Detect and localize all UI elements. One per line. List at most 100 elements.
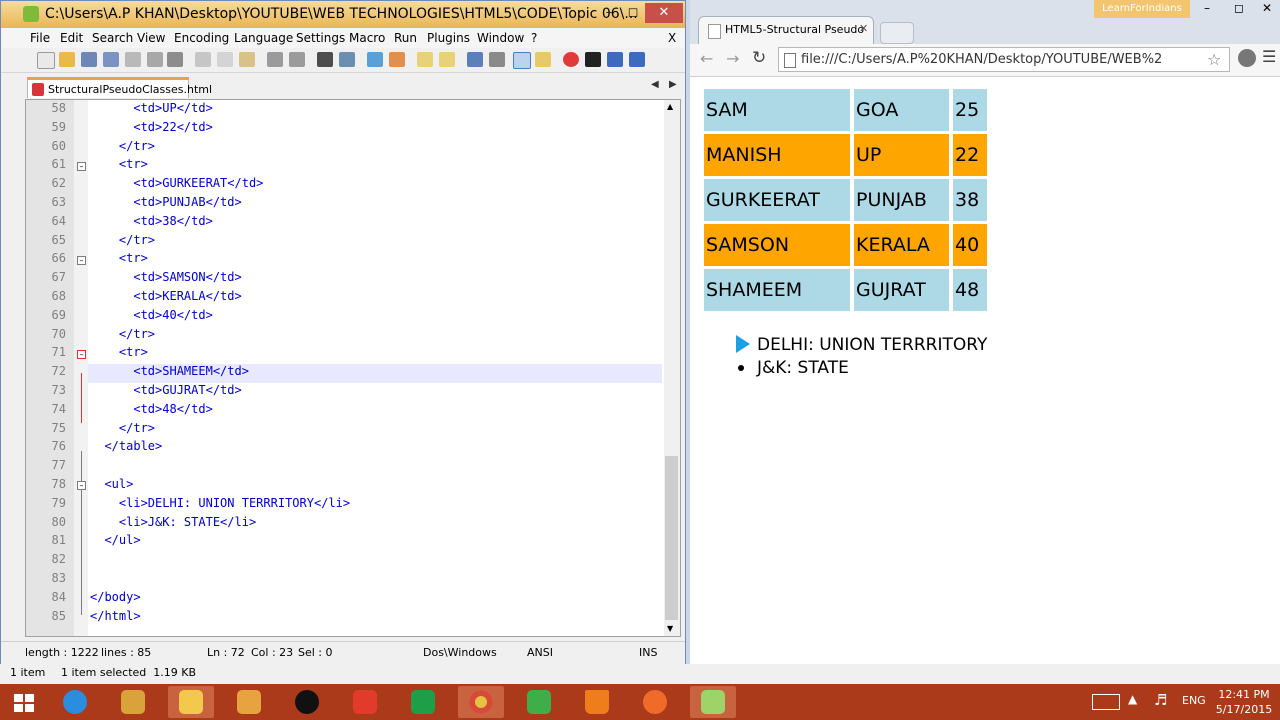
close-file-icon[interactable] (125, 52, 141, 67)
table-cell-state: PUNJAB (854, 179, 949, 221)
cut-icon[interactable] (195, 52, 211, 67)
replace-icon[interactable] (339, 52, 355, 67)
copy-icon[interactable] (217, 52, 233, 67)
list-item-delhi: DELHI: UNION TERRRITORY (757, 335, 988, 355)
record-macro-icon[interactable] (563, 52, 579, 67)
fold-toggle-icon[interactable]: – (77, 256, 86, 265)
show-all-chars-icon[interactable] (489, 52, 505, 67)
menu-macro[interactable]: Macro (349, 31, 385, 45)
line-number: 79 (51, 495, 66, 510)
redo-icon[interactable] (289, 52, 305, 67)
line-number: 63 (51, 195, 66, 209)
open-file-icon[interactable] (59, 52, 75, 67)
menu-run[interactable]: Run (394, 31, 417, 45)
taskbar-app[interactable] (516, 686, 562, 718)
word-wrap-icon[interactable] (467, 52, 483, 67)
menu-view[interactable]: View (137, 31, 165, 45)
menu-plugins[interactable]: Plugins (427, 31, 470, 45)
find-icon[interactable] (317, 52, 333, 67)
scroll-up-icon[interactable]: ▲ (667, 102, 673, 111)
chrome-minimize-button[interactable]: – (1204, 1, 1210, 15)
undo-icon[interactable] (267, 52, 283, 67)
taskbar-app[interactable] (110, 686, 156, 718)
tab-structural-pseudo-classes[interactable]: StructuralPseudoClasses.html (27, 77, 212, 98)
forward-icon[interactable]: → (726, 49, 739, 68)
address-bar[interactable]: file:///C:/Users/A.P%20KHAN/Desktop/YOUT… (778, 47, 1230, 72)
new-file-icon[interactable] (37, 52, 55, 69)
play-macro-icon[interactable] (607, 52, 623, 67)
windows-taskbar: ▲ ♬ ENG 12:41 PM 5/17/2015 (0, 684, 1280, 720)
volume-icon[interactable]: ♬ (1154, 691, 1167, 709)
close-document-button[interactable]: X (668, 31, 676, 45)
back-icon[interactable]: ← (700, 49, 713, 68)
menu-search[interactable]: Search (92, 31, 133, 45)
code-editor[interactable]: 58 <td>UP</td> 59 <td>22</td> 60 </tr> 61 <… (25, 99, 681, 637)
tab-scroll-right-icon[interactable]: ▶ (669, 79, 677, 90)
keyboard-icon[interactable] (1092, 694, 1120, 710)
code-line: <ul> (90, 477, 134, 491)
chrome-close-button[interactable]: ✕ (1262, 1, 1272, 15)
vertical-scrollbar[interactable]: ▲ ▼ (664, 100, 680, 636)
run-macro-multiple-icon[interactable] (629, 52, 645, 67)
paste-icon[interactable] (239, 52, 255, 67)
fold-toggle-icon[interactable]: – (77, 162, 86, 171)
sync-h-icon[interactable] (439, 52, 455, 67)
taskbar-clock[interactable]: 12:41 PM 5/17/2015 (1212, 687, 1276, 717)
close-button[interactable]: ✕ (645, 3, 683, 23)
profile-badge[interactable]: LearnForIndians (1094, 0, 1190, 18)
browser-tab[interactable]: HTML5-Structural Pseudo ✕ (698, 16, 874, 44)
taskbar-chrome[interactable] (458, 686, 504, 718)
extension-icon[interactable] (1238, 49, 1256, 67)
menu-window[interactable]: Window (477, 31, 524, 45)
menu-help[interactable]: ? (531, 31, 537, 45)
start-button[interactable] (2, 686, 48, 718)
reload-icon[interactable]: ↻ (752, 48, 766, 68)
tab-scroll-left-icon[interactable]: ◀ (651, 79, 659, 90)
notepadpp-app-icon (23, 6, 39, 22)
stop-macro-icon[interactable] (585, 52, 601, 67)
tab-close-icon[interactable]: ✕ (859, 22, 868, 35)
page-info-icon[interactable] (784, 53, 796, 68)
new-tab-button[interactable] (880, 22, 914, 44)
taskbar-app[interactable] (226, 686, 272, 718)
save-icon[interactable] (81, 52, 97, 67)
code-line: <td>KERALA</td> (90, 289, 242, 303)
taskbar-app[interactable] (632, 686, 678, 718)
chrome-maximize-button[interactable]: ◻ (1234, 1, 1244, 15)
scrollbar-thumb[interactable] (665, 456, 678, 620)
taskbar-notepadpp[interactable] (690, 686, 736, 718)
close-all-icon[interactable] (147, 52, 163, 67)
tray-arrow-icon[interactable]: ▲ (1128, 692, 1137, 706)
taskbar-store[interactable] (400, 686, 446, 718)
bookmark-star-icon[interactable]: ☆ (1207, 50, 1221, 69)
sync-v-icon[interactable] (417, 52, 433, 67)
taskbar-file-explorer[interactable] (168, 686, 214, 718)
code-line: <td>40</td> (90, 307, 213, 322)
print-icon[interactable] (167, 52, 183, 67)
menu-settings[interactable]: Settings (296, 31, 345, 45)
maximize-button[interactable]: ◻ (621, 3, 645, 23)
taskbar-app[interactable] (342, 686, 388, 718)
indent-guide-icon[interactable] (513, 52, 531, 69)
zoom-out-icon[interactable] (389, 52, 405, 67)
taskbar-vlc[interactable] (574, 686, 620, 718)
menu-language[interactable]: Language (234, 31, 293, 45)
fold-toggle-icon[interactable]: – (77, 350, 86, 359)
menu-icon[interactable]: ☰ (1262, 47, 1276, 66)
menu-edit[interactable]: Edit (60, 31, 83, 45)
table-cell-age: 48 (953, 269, 987, 311)
save-all-icon[interactable] (103, 52, 119, 67)
line-number: 66 (51, 251, 66, 266)
minimize-button[interactable]: – (597, 3, 621, 23)
menu-encoding[interactable]: Encoding (174, 31, 229, 45)
taskbar-ie[interactable] (52, 686, 98, 718)
code-line: <tr> (90, 251, 148, 266)
doc-map-icon[interactable] (535, 52, 551, 67)
vlc-icon (585, 690, 609, 714)
menu-file[interactable]: File (30, 31, 50, 45)
taskbar-recorder[interactable] (284, 686, 330, 718)
scroll-down-icon[interactable]: ▼ (667, 624, 673, 633)
language-indicator[interactable]: ENG (1182, 694, 1206, 707)
fold-toggle-icon[interactable]: – (77, 481, 86, 490)
zoom-in-icon[interactable] (367, 52, 383, 67)
